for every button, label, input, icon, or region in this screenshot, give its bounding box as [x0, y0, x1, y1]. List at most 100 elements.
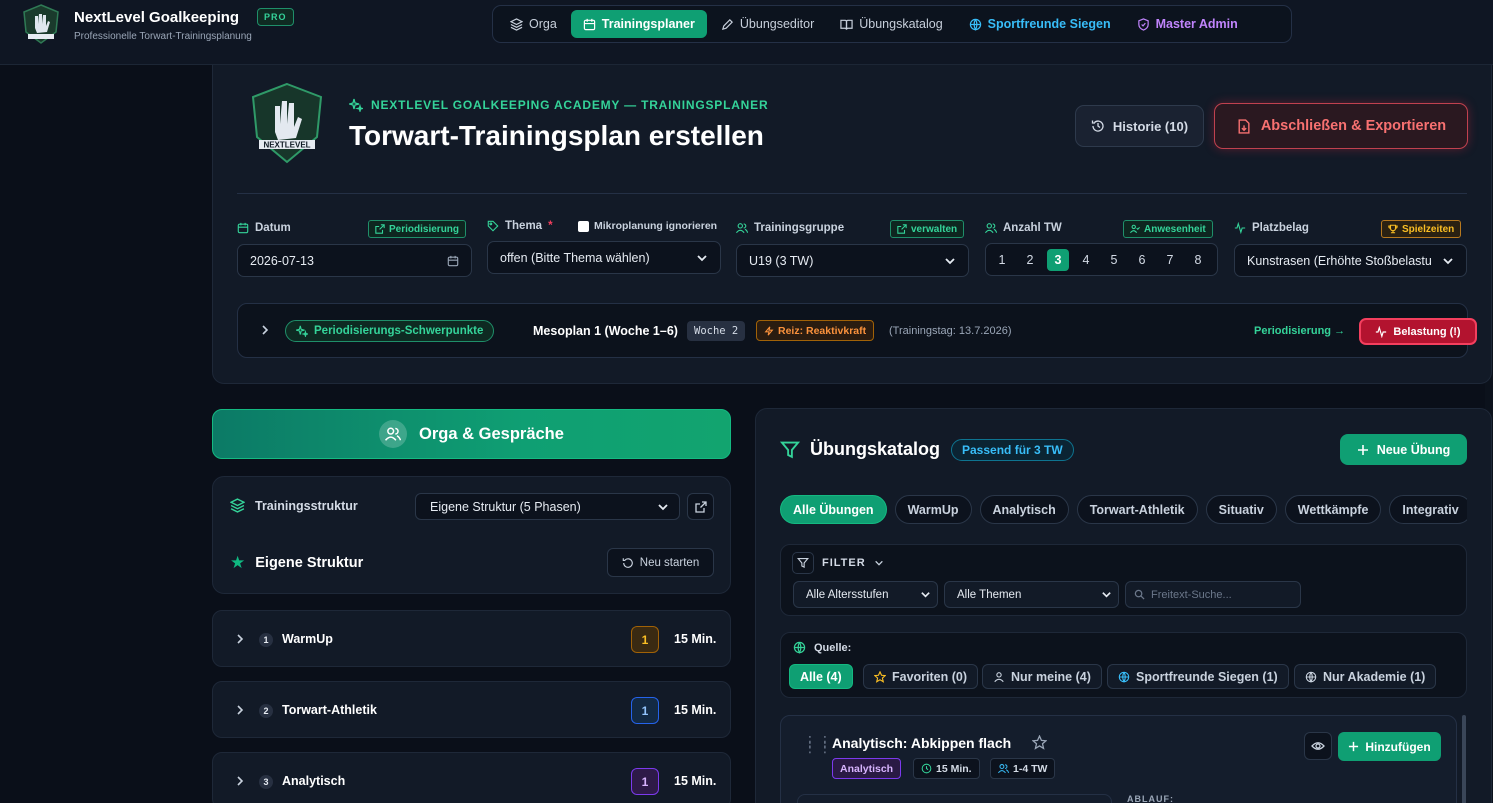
mikroplanung-toggle[interactable]: Mikroplanung ignorieren: [578, 220, 717, 232]
neu-starten-button[interactable]: Neu starten: [607, 548, 714, 577]
tw-option-8[interactable]: 8: [1187, 249, 1209, 271]
tw-option-6[interactable]: 6: [1131, 249, 1153, 271]
neu-starten-label: Neu starten: [639, 556, 700, 569]
nav-uebungskatalog[interactable]: Übungskatalog: [828, 10, 954, 38]
tw-option-1[interactable]: 1: [991, 249, 1013, 271]
phase-row[interactable]: 1 WarmUp 1 15 Min.: [212, 610, 731, 667]
nav-orga[interactable]: Orga: [498, 10, 569, 38]
quelle-favoriten[interactable]: Favoriten (0): [863, 664, 979, 689]
gruppe-select[interactable]: U19 (3 TW): [736, 244, 969, 277]
orga-gespraeche-label: Orga & Gespräche: [419, 424, 564, 443]
schwerpunkte-label: Periodisierungs-Schwerpunkte: [314, 325, 484, 337]
calendar-icon: [583, 18, 596, 30]
chevron-right-icon[interactable]: [234, 633, 246, 645]
tw-option-3[interactable]: 3: [1047, 248, 1069, 271]
struktur-select-value: Eigene Struktur (5 Phasen): [430, 499, 581, 514]
periodisierung-link[interactable]: Periodisierung: [368, 220, 467, 238]
chevron-right-icon[interactable]: [234, 704, 246, 716]
shield-icon: [1137, 17, 1149, 31]
spielzeiten-link[interactable]: Spielzeiten: [1381, 220, 1462, 238]
katalog-scrollbar[interactable]: [1462, 715, 1466, 803]
exercise-card[interactable]: ⋮⋮ ⋮⋮ Analytisch: Abkippen flach Analytis…: [780, 715, 1457, 803]
tab-situativ[interactable]: Situativ: [1205, 495, 1277, 524]
tab-torwart-athletik[interactable]: Torwart-Athletik: [1076, 495, 1198, 524]
thema-select[interactable]: offen (Bitte Thema wählen): [487, 241, 721, 274]
gruppe-value: U19 (3 TW): [749, 253, 814, 268]
history-button[interactable]: Historie (10): [1075, 105, 1204, 147]
neue-uebung-button[interactable]: Neue Übung: [1340, 434, 1467, 465]
quelle-nur-akademie[interactable]: Nur Akademie (1): [1294, 664, 1437, 689]
chevron-right-icon[interactable]: [234, 775, 246, 787]
nav-trainingsplaner[interactable]: Trainingsplaner: [570, 10, 707, 38]
user-check-icon: [1130, 224, 1140, 234]
quelle-sportfreunde-siegen[interactable]: Sportfreunde Siegen (1): [1107, 664, 1289, 689]
struktur-select[interactable]: Eigene Struktur (5 Phasen): [415, 493, 680, 520]
mikroplanung-checkbox[interactable]: [578, 220, 589, 232]
nav-master-admin[interactable]: Master Admin: [1125, 10, 1250, 38]
platz-select[interactable]: Kunstrasen (Erhöhte Stoßbelastu: [1234, 244, 1467, 277]
phase-number: 2: [259, 704, 273, 718]
quelle-panel: Quelle: Alle (4) Favoriten (0) Nur meine…: [780, 632, 1467, 698]
globe-icon: [793, 641, 806, 654]
periodisierung-nav-link[interactable]: Periodisierung →: [1254, 325, 1345, 337]
chevron-right-icon[interactable]: [259, 324, 271, 336]
anwesenheit-link[interactable]: Anwesenheit: [1123, 220, 1213, 238]
exercise-duration-tag: 15 Min.: [913, 758, 980, 779]
preview-button[interactable]: [1304, 732, 1332, 760]
periodisierung-schwerpunkte-chip[interactable]: Periodisierungs-Schwerpunkte: [285, 320, 495, 342]
phase-row[interactable]: 3 Analytisch 1 15 Min.: [212, 752, 731, 803]
nav-uebungseditor[interactable]: Übungseditor: [709, 10, 826, 38]
belastung-button[interactable]: Belastung (!): [1359, 318, 1477, 345]
calendar-icon[interactable]: [447, 255, 459, 267]
altersstufen-value: Alle Altersstufen: [806, 588, 889, 601]
history-label: Historie (10): [1112, 118, 1189, 134]
phase-row[interactable]: 2 Torwart-Athletik 1 15 Min.: [212, 681, 731, 738]
altersstufen-select[interactable]: Alle Altersstufen: [793, 581, 938, 608]
tab-wettkaempfe[interactable]: Wettkämpfe: [1284, 495, 1382, 524]
tab-analytisch[interactable]: Analytisch: [979, 495, 1069, 524]
star-icon: [874, 670, 886, 683]
plus-icon: [1349, 741, 1359, 752]
hinzufuegen-button[interactable]: Hinzufügen: [1338, 732, 1441, 761]
quelle-alle[interactable]: Alle (4): [789, 664, 853, 689]
layers-icon: [510, 17, 523, 31]
periodisierung-panel: Periodisierungs-Schwerpunkte Mesoplan 1 …: [237, 303, 1477, 358]
mesoplan-text: Mesoplan 1 (Woche 1–6): [533, 324, 678, 338]
gruppe-label: Trainingsgruppe: [754, 222, 845, 234]
tw-option-7[interactable]: 7: [1159, 249, 1181, 271]
platz-value: Kunstrasen (Erhöhte Stoßbelastu: [1247, 253, 1432, 268]
tw-option-4[interactable]: 4: [1075, 249, 1097, 271]
quelle-favoriten-label: Favoriten (0): [892, 669, 968, 684]
star-icon[interactable]: [1032, 735, 1047, 750]
nav-trainingsplaner-label: Trainingsplaner: [601, 17, 695, 31]
tab-warmup[interactable]: WarmUp: [894, 495, 972, 524]
phase-duration: 15 Min.: [674, 774, 717, 788]
tw-option-2[interactable]: 2: [1019, 249, 1041, 271]
eye-icon: [1311, 742, 1325, 750]
struktur-open-button[interactable]: [687, 493, 714, 520]
themen-select[interactable]: Alle Themen: [944, 581, 1119, 608]
periodisierung-link-label: Periodisierung: [389, 223, 460, 235]
struktur-label-row: Trainingsstruktur: [230, 498, 358, 513]
tw-option-5[interactable]: 5: [1103, 249, 1125, 271]
freitext-search-input[interactable]: Freitext-Suche...: [1125, 581, 1301, 608]
export-button[interactable]: Abschließen & Exportieren: [1214, 103, 1468, 149]
gruppe-verwalten-link[interactable]: verwalten: [890, 220, 965, 238]
app-logo[interactable]: [22, 4, 60, 44]
drag-handle-icon[interactable]: ⋮⋮ ⋮⋮: [803, 734, 833, 754]
chevron-down-icon: [874, 560, 883, 566]
exercise-players: 1-4 TW: [1013, 762, 1048, 775]
orga-gespraeche-button[interactable]: Orga & Gespräche: [212, 409, 731, 459]
tab-alle-uebungen[interactable]: Alle Übungen: [780, 495, 887, 524]
pro-badge: PRO: [257, 8, 294, 26]
chevron-down-icon: [1102, 592, 1111, 598]
themen-value: Alle Themen: [957, 588, 1022, 601]
chevron-down-icon: [921, 592, 930, 598]
nav-sportfreunde-siegen[interactable]: Sportfreunde Siegen: [957, 10, 1123, 38]
datum-input[interactable]: 2026-07-13: [237, 244, 472, 277]
filter-toggle[interactable]: FILTER: [792, 552, 884, 574]
quelle-nur-meine[interactable]: Nur meine (4): [982, 664, 1102, 689]
tab-integrativ[interactable]: Integrativ: [1389, 495, 1467, 524]
phase-number: 3: [259, 775, 273, 789]
star-icon: ★: [230, 553, 246, 572]
